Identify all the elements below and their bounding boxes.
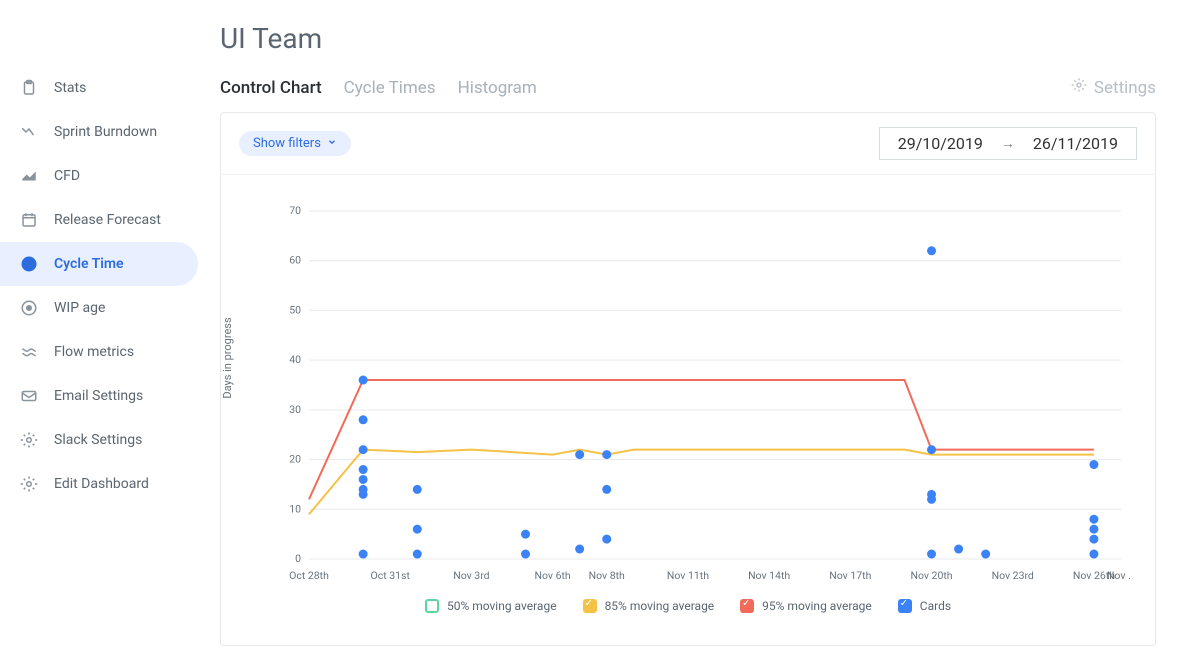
- waves-icon: [20, 343, 38, 361]
- sidebar-item-label: Sprint Burndown: [54, 124, 157, 140]
- sidebar-item-edit-dashboard[interactable]: Edit Dashboard: [0, 462, 206, 506]
- svg-text:50: 50: [289, 303, 301, 316]
- svg-text:Oct 31st: Oct 31st: [370, 569, 410, 582]
- chevron-down-icon: [327, 136, 337, 151]
- chart-area: Days in progress 0 10 20 30 40 50 60 70 Oct 28th…: [221, 175, 1155, 645]
- svg-text:Nov 6th: Nov 6th: [534, 569, 570, 582]
- svg-text:30: 30: [289, 403, 301, 416]
- sidebar-item-label: Stats: [54, 80, 86, 96]
- date-to: 26/11/2019: [1033, 134, 1118, 153]
- control-chart-plot: 0 10 20 30 40 50 60 70 Oct 28th Oct 31st Nov 3rd No…: [275, 205, 1131, 585]
- legend-swatch-icon: [898, 599, 912, 613]
- svg-text:20: 20: [289, 453, 301, 466]
- clock-icon: [20, 255, 38, 273]
- calendar-icon: [20, 211, 38, 229]
- settings-label: Settings: [1094, 78, 1156, 98]
- sidebar-item-label: Edit Dashboard: [54, 476, 149, 492]
- y-axis-title: Days in progress: [221, 317, 234, 398]
- tabs-row: Control Chart Cycle Times Histogram Sett…: [220, 77, 1156, 98]
- svg-text:60: 60: [289, 254, 301, 267]
- gear-icon: [1071, 77, 1087, 98]
- sidebar-item-label: Email Settings: [54, 388, 143, 404]
- svg-text:Nov 8th: Nov 8th: [589, 569, 625, 582]
- arrow-right-icon: →: [1001, 135, 1015, 152]
- sidebar: Stats Sprint Burndown CFD Release Foreca…: [0, 0, 206, 672]
- clipboard-icon: [20, 79, 38, 97]
- show-filters-label: Show filters: [253, 136, 321, 151]
- svg-text:Oct 28th: Oct 28th: [289, 569, 329, 582]
- page-title: UI Team: [220, 22, 1156, 55]
- svg-text:40: 40: [289, 353, 301, 366]
- svg-text:Nov 20th: Nov 20th: [910, 569, 952, 582]
- mail-icon: [20, 387, 38, 405]
- legend-cards[interactable]: Cards: [898, 599, 951, 613]
- sidebar-item-label: WIP age: [54, 300, 105, 316]
- legend-85pct[interactable]: 85% moving average: [583, 599, 715, 613]
- chart-card: Show filters 29/10/2019 → 26/11/2019 Day…: [220, 112, 1156, 646]
- tab-histogram[interactable]: Histogram: [458, 78, 537, 98]
- sidebar-item-release-forecast[interactable]: Release Forecast: [0, 198, 206, 242]
- gear-icon: [20, 475, 38, 493]
- sidebar-item-label: Slack Settings: [54, 432, 142, 448]
- sidebar-item-email-settings[interactable]: Email Settings: [0, 374, 206, 418]
- svg-text:Nov 3rd: Nov 3rd: [453, 569, 489, 582]
- gauge-icon: [20, 299, 38, 317]
- svg-text:Nov 11th: Nov 11th: [667, 569, 709, 582]
- gear-icon: [20, 431, 38, 449]
- sidebar-item-cfd[interactable]: CFD: [0, 154, 206, 198]
- chart-legend: 50% moving average 85% moving average 95…: [245, 589, 1131, 631]
- svg-text:Nov …: Nov …: [1107, 569, 1131, 582]
- sidebar-item-wip-age[interactable]: WIP age: [0, 286, 206, 330]
- svg-text:70: 70: [289, 205, 301, 217]
- burndown-icon: [20, 123, 38, 141]
- legend-label: 95% moving average: [762, 599, 872, 613]
- date-range-picker[interactable]: 29/10/2019 → 26/11/2019: [879, 127, 1137, 160]
- legend-swatch-icon: [583, 599, 597, 613]
- tab-cycle-times[interactable]: Cycle Times: [344, 78, 436, 98]
- legend-swatch-icon: [425, 599, 439, 613]
- svg-text:Nov 17th: Nov 17th: [829, 569, 871, 582]
- sidebar-item-stats[interactable]: Stats: [0, 66, 206, 110]
- svg-text:Nov 23rd: Nov 23rd: [992, 569, 1034, 582]
- tab-control-chart[interactable]: Control Chart: [220, 78, 322, 98]
- sidebar-item-cycle-time[interactable]: Cycle Time: [0, 242, 198, 286]
- cfd-icon: [20, 167, 38, 185]
- sidebar-item-label: Release Forecast: [54, 212, 161, 228]
- sidebar-item-label: Flow metrics: [54, 344, 134, 360]
- date-from: 29/10/2019: [898, 134, 983, 153]
- legend-50pct[interactable]: 50% moving average: [425, 599, 557, 613]
- sidebar-item-label: CFD: [54, 168, 80, 184]
- show-filters-button[interactable]: Show filters: [239, 131, 351, 156]
- sidebar-item-burndown[interactable]: Sprint Burndown: [0, 110, 206, 154]
- svg-text:Nov 14th: Nov 14th: [748, 569, 790, 582]
- sidebar-item-flow-metrics[interactable]: Flow metrics: [0, 330, 206, 374]
- legend-swatch-icon: [740, 599, 754, 613]
- svg-text:0: 0: [295, 552, 301, 565]
- main-content: UI Team Control Chart Cycle Times Histog…: [206, 0, 1184, 672]
- legend-95pct[interactable]: 95% moving average: [740, 599, 872, 613]
- settings-link[interactable]: Settings: [1071, 77, 1156, 98]
- legend-label: 50% moving average: [447, 599, 557, 613]
- legend-label: 85% moving average: [605, 599, 715, 613]
- sidebar-item-slack-settings[interactable]: Slack Settings: [0, 418, 206, 462]
- svg-text:10: 10: [289, 502, 301, 515]
- card-toolbar: Show filters 29/10/2019 → 26/11/2019: [221, 113, 1155, 175]
- sidebar-item-label: Cycle Time: [54, 256, 124, 272]
- legend-label: Cards: [920, 599, 951, 613]
